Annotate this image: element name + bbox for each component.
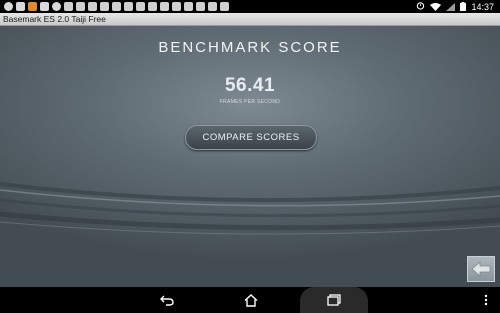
notification-icon [16, 2, 25, 11]
notification-icon [112, 2, 121, 11]
notification-icon [220, 2, 229, 11]
notification-icon [184, 2, 193, 11]
recent-apps-icon [327, 294, 341, 306]
status-clock: 14:37 [471, 1, 494, 12]
app-title-bar: Basemark ES 2.0 Taiji Free [0, 13, 500, 26]
notification-icon [148, 2, 157, 11]
notification-icon [124, 2, 133, 11]
notification-icon [196, 2, 205, 11]
notification-icon [64, 2, 73, 11]
alarm-icon [416, 1, 425, 12]
notification-icon [52, 2, 61, 11]
notification-icon [4, 2, 13, 11]
back-icon [160, 295, 174, 306]
back-arrow-icon [471, 261, 491, 277]
app-title: Basemark ES 2.0 Taiji Free [3, 14, 106, 24]
notification-icon [208, 2, 217, 11]
status-bar: 14:37 [0, 0, 500, 13]
notification-icon [76, 2, 85, 11]
score-unit: FRAMES PER SECOND [219, 99, 281, 105]
notification-icons [0, 2, 229, 11]
notification-icon [28, 2, 37, 11]
wifi-icon [430, 2, 442, 11]
nav-recent-apps-button[interactable] [300, 287, 368, 313]
notification-icon [40, 2, 49, 11]
score-value: 56.41 [224, 75, 276, 96]
home-icon [244, 293, 258, 307]
nav-home-button[interactable] [236, 287, 266, 313]
nav-overflow-menu-button[interactable] [478, 287, 494, 313]
result-screen: BENCHMARK SCORE 56.41 FRAMES PER SECOND … [0, 26, 500, 287]
result-heading: BENCHMARK SCORE [158, 39, 342, 56]
system-icons: 14:37 [416, 1, 500, 12]
nav-back-button[interactable] [152, 287, 182, 313]
notification-icon [88, 2, 97, 11]
notification-icon [160, 2, 169, 11]
compare-scores-button[interactable]: COMPARE SCORES [185, 125, 317, 150]
signal-icon [446, 2, 456, 11]
overflow-menu-icon [484, 294, 488, 306]
notification-icon [100, 2, 109, 11]
back-arrow-button[interactable] [467, 256, 495, 282]
navigation-bar [0, 287, 500, 313]
decorative-waves [0, 182, 500, 235]
notification-icon [172, 2, 181, 11]
battery-icon [460, 2, 467, 11]
notification-icon [136, 2, 145, 11]
